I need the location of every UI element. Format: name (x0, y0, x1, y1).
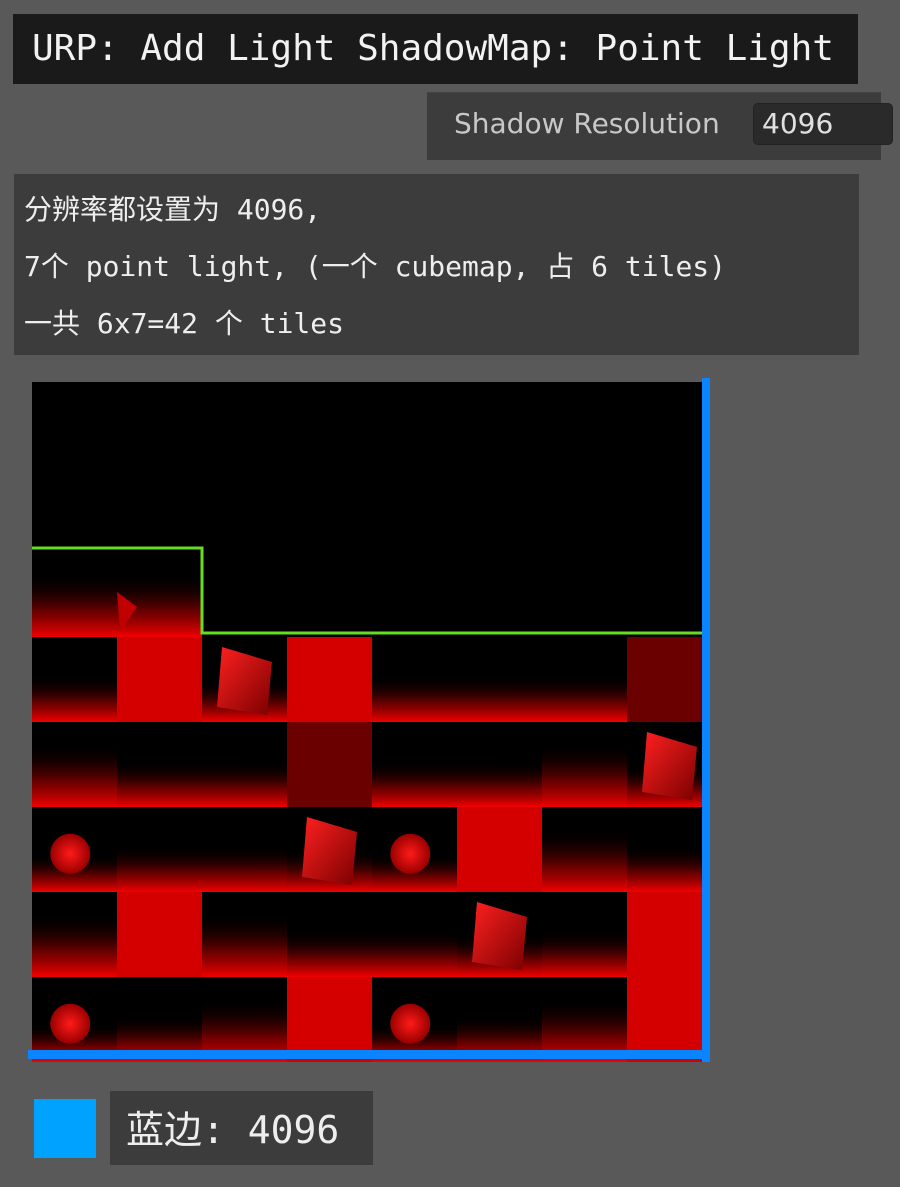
legend-swatch (34, 1099, 96, 1158)
shadow-tile-solid (287, 977, 372, 1062)
notes-panel: 分辨率都设置为 4096, 7个 point light, (一个 cubema… (14, 174, 859, 355)
shadow-caster-shape (50, 833, 91, 874)
shadow-tile-gradient (372, 760, 457, 807)
shadow-tile-gradient (32, 573, 117, 637)
shadow-tile-gradient (542, 930, 627, 977)
shadow-tile-gradient (457, 760, 542, 807)
shadow-atlas-preview (28, 378, 710, 1062)
shadow-tile-gradient (372, 930, 457, 977)
legend-label: 蓝边: 4096 (110, 1091, 373, 1165)
note-line: 分辨率都设置为 4096, (24, 193, 322, 226)
shadow-resolution-setting: Shadow Resolution 4096 (427, 92, 893, 160)
shadow-tile-gradient (202, 845, 287, 892)
shadow-tile-gradient (627, 845, 710, 892)
shadow-tile-solid (627, 977, 710, 1062)
shadow-tile-gradient (287, 930, 372, 977)
shadow-tile-gradient (32, 913, 117, 977)
shadow-tile-gradient (372, 675, 457, 722)
shadow-tile-gradient (32, 675, 117, 722)
shadow-tile-gradient (32, 743, 117, 807)
shadow-caster-shape (50, 1003, 91, 1044)
shadow-tile-solid (457, 807, 542, 892)
shadow-tile-gradient (542, 675, 627, 722)
page-title: URP: Add Light ShadowMap: Point Light (13, 14, 858, 84)
shadow-resolution-label: Shadow Resolution (454, 107, 720, 140)
shadow-tile-gradient (117, 760, 202, 807)
shadow-tile-solid (627, 637, 710, 722)
shadow-caster-shape (390, 833, 431, 874)
shadow-tile-gradient (542, 743, 627, 807)
shadow-tile-solid (627, 892, 710, 977)
shadow-tile-solid (287, 637, 372, 722)
resolution-border-bottom (28, 1050, 710, 1059)
shadow-tile-gradient (202, 913, 287, 977)
shadow-tile-gradient (117, 845, 202, 892)
note-line: 一共 6x7=42 个 tiles (24, 307, 345, 340)
shadow-tile-gradient (542, 828, 627, 892)
shadow-caster-shape (390, 1003, 431, 1044)
shadow-tile-gradient (457, 675, 542, 722)
shadow-tile-solid (287, 722, 372, 807)
shadow-tile-gradient (202, 760, 287, 807)
shadow-atlas-image (28, 378, 710, 1062)
shadow-tile-solid (117, 892, 202, 977)
shadow-resolution-dropdown[interactable]: 4096 (753, 103, 893, 145)
note-line: 7个 point light, (一个 cubemap, 占 6 tiles) (24, 250, 727, 283)
resolution-border-right (702, 378, 710, 1062)
shadow-tile-solid (117, 637, 202, 722)
